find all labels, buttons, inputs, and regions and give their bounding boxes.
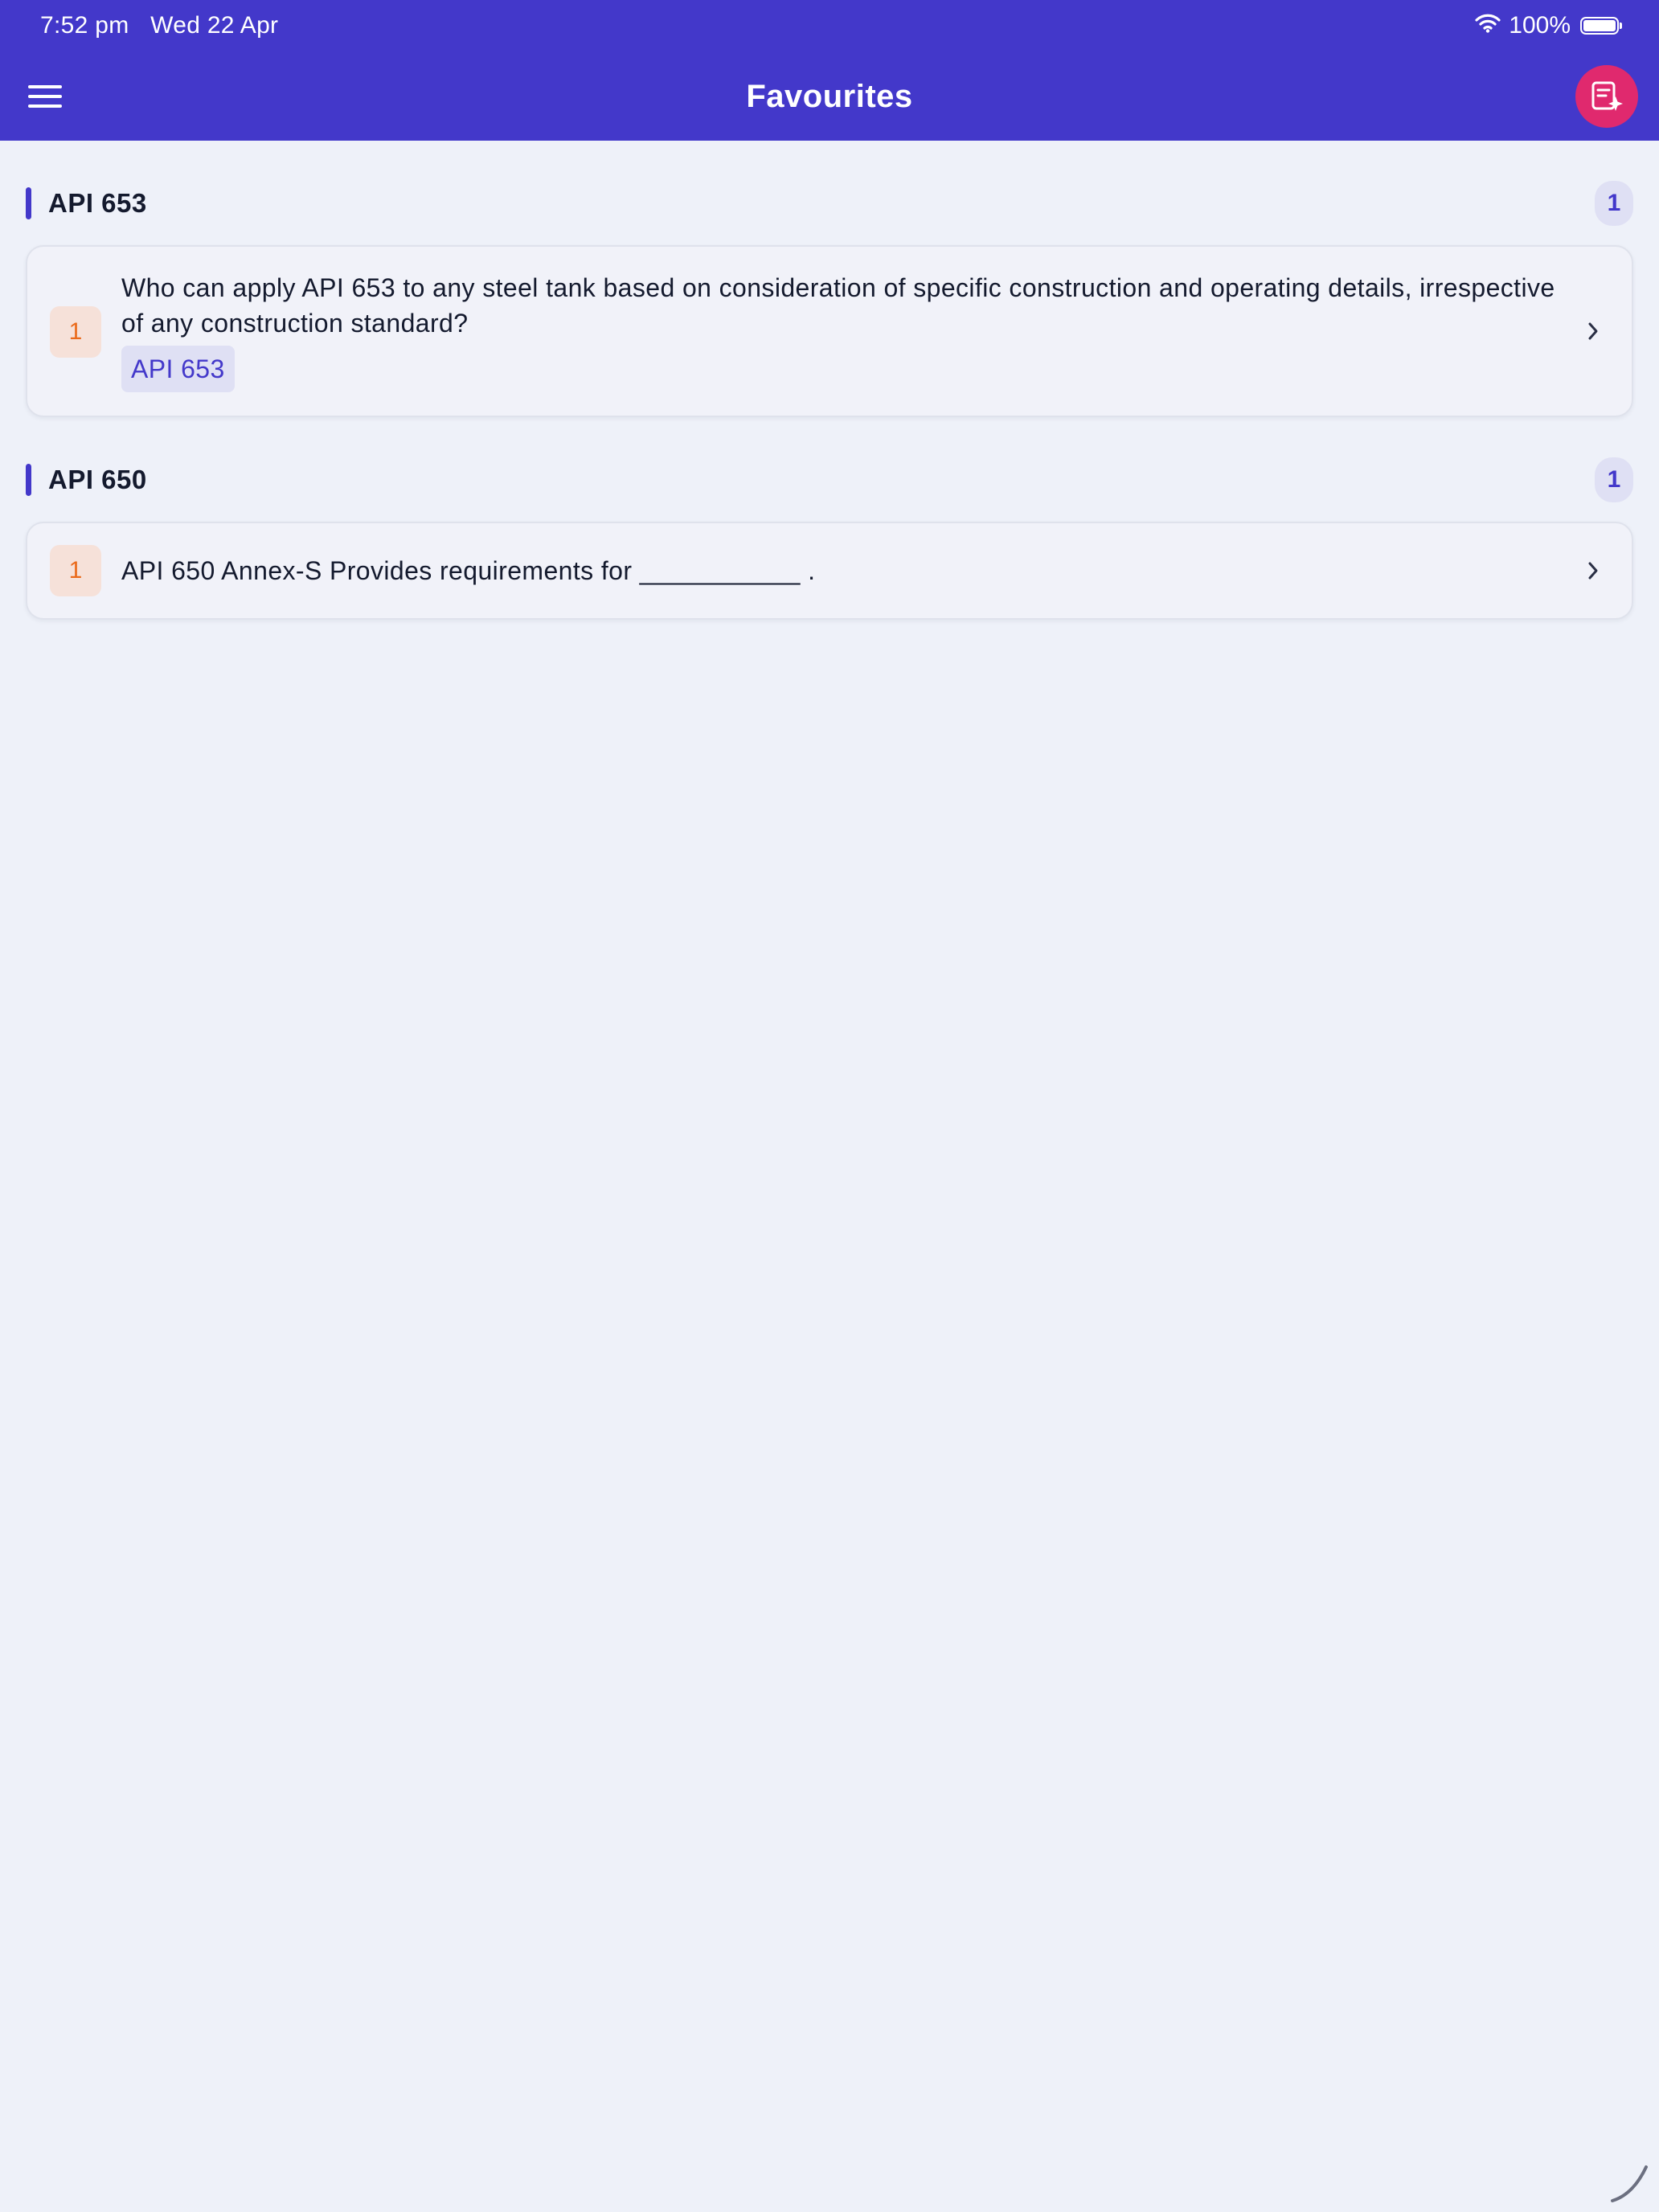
ai-notes-button[interactable]: [1575, 65, 1638, 128]
status-date: Wed 22 Apr: [150, 12, 279, 39]
page-title: Favourites: [746, 79, 913, 114]
section-accent-bar: [26, 464, 31, 496]
section-header-api-653: API 653 1: [26, 181, 1633, 226]
wifi-icon: [1475, 12, 1501, 39]
question-number-badge: 1: [50, 545, 101, 596]
section-accent-bar: [26, 187, 31, 219]
question-text: Who can apply API 653 to any steel tank …: [121, 273, 1555, 338]
favourite-question-card[interactable]: 1 API 650 Annex-S Provides requirements …: [26, 522, 1633, 620]
section-header-api-650: API 650 1: [26, 457, 1633, 502]
section-count-badge: 1: [1595, 457, 1633, 502]
status-bar-right: 100%: [1475, 11, 1622, 40]
status-time: 7:52 pm: [40, 12, 129, 39]
battery-percent: 100%: [1509, 12, 1571, 39]
question-number-badge: 1: [50, 306, 101, 358]
app-header: 7:52 pm Wed 22 Apr 100% Favourites: [0, 0, 1659, 141]
chevron-right-icon: [1582, 555, 1604, 587]
battery-icon: [1580, 17, 1622, 35]
favourite-question-card[interactable]: 1 Who can apply API 653 to any steel tan…: [26, 245, 1633, 417]
chevron-right-icon: [1582, 315, 1604, 347]
question-text: API 650 Annex-S Provides requirements fo…: [121, 556, 816, 585]
section-title: API 653: [48, 188, 147, 218]
section-count-badge: 1: [1595, 181, 1633, 226]
section-title: API 650: [48, 465, 147, 494]
resize-corner-icon: [1611, 2165, 1648, 2202]
status-bar-left: 7:52 pm Wed 22 Apr: [40, 11, 293, 40]
question-tag: API 653: [121, 346, 235, 392]
note-sparkle-icon: [1591, 81, 1623, 111]
